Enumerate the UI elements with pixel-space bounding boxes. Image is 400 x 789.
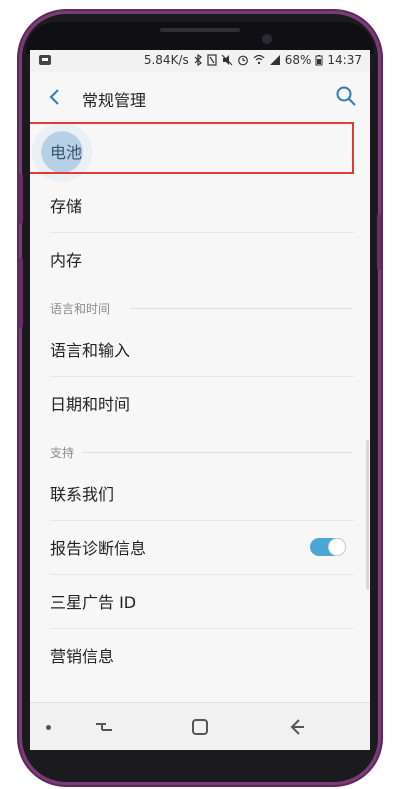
speaker-grille	[160, 28, 240, 32]
wifi-icon	[253, 54, 265, 65]
mute-icon	[221, 54, 233, 66]
item-label: 内存	[50, 251, 83, 270]
list-item-language-input[interactable]: 语言和输入	[30, 322, 370, 376]
item-label: 三星广告 ID	[50, 593, 137, 612]
report-diagnostics-toggle[interactable]	[310, 538, 346, 556]
side-button-left-2	[19, 258, 23, 328]
toggle-knob	[329, 539, 345, 555]
battery-percent: 68%	[284, 53, 312, 67]
nfc-icon	[207, 54, 217, 66]
nav-indicator-dot	[46, 725, 51, 730]
app-bar: 常规管理	[30, 72, 370, 124]
phone-screen: 5.84K/s 68% 14:37 常规管理 存储 内存 语言和时间 语言和输入…	[30, 50, 370, 750]
list-item-storage[interactable]: 存储	[30, 178, 370, 232]
home-icon[interactable]	[188, 715, 212, 739]
network-speed: 5.84K/s	[143, 53, 189, 67]
list-item-report-diagnostics[interactable]: 报告诊断信息	[30, 520, 370, 574]
status-bar: 5.84K/s 68% 14:37	[30, 50, 370, 72]
back-icon[interactable]	[44, 86, 66, 108]
search-icon[interactable]	[334, 84, 358, 108]
recents-icon[interactable]	[92, 715, 116, 739]
list-item-marketing-info[interactable]: 营销信息	[30, 628, 370, 682]
list-item-date-time[interactable]: 日期和时间	[30, 376, 370, 430]
clock: 14:37	[327, 53, 362, 67]
item-label: 语言和输入	[50, 341, 131, 360]
section-divider	[82, 452, 352, 453]
side-button-left	[19, 174, 23, 224]
signal-icon	[269, 55, 280, 65]
alarm-icon	[237, 55, 248, 66]
scrollbar[interactable]	[366, 440, 369, 590]
highlight-box	[30, 122, 354, 174]
section-divider	[130, 308, 352, 309]
item-label: 报告诊断信息	[50, 539, 147, 558]
navigation-bar	[30, 702, 370, 750]
item-label: 营销信息	[50, 647, 115, 666]
page-title: 常规管理	[82, 91, 147, 110]
item-label: 存储	[50, 197, 83, 216]
front-camera	[262, 34, 272, 44]
status-right: 5.84K/s 68% 14:37	[144, 53, 362, 67]
list-item-samsung-ad-id[interactable]: 三星广告 ID	[30, 574, 370, 628]
item-label: 日期和时间	[50, 395, 131, 414]
nav-back-icon[interactable]	[284, 715, 308, 739]
section-header-support: 支持	[50, 446, 75, 460]
bluetooth-icon	[194, 54, 202, 66]
battery-icon	[315, 55, 323, 66]
section-header-language-time: 语言和时间	[50, 302, 111, 316]
list-item-memory[interactable]: 内存	[30, 232, 370, 286]
item-label: 联系我们	[50, 485, 115, 504]
list-item-contact-us[interactable]: 联系我们	[30, 466, 370, 520]
notification-icon	[39, 55, 51, 65]
side-button-right	[377, 214, 381, 270]
